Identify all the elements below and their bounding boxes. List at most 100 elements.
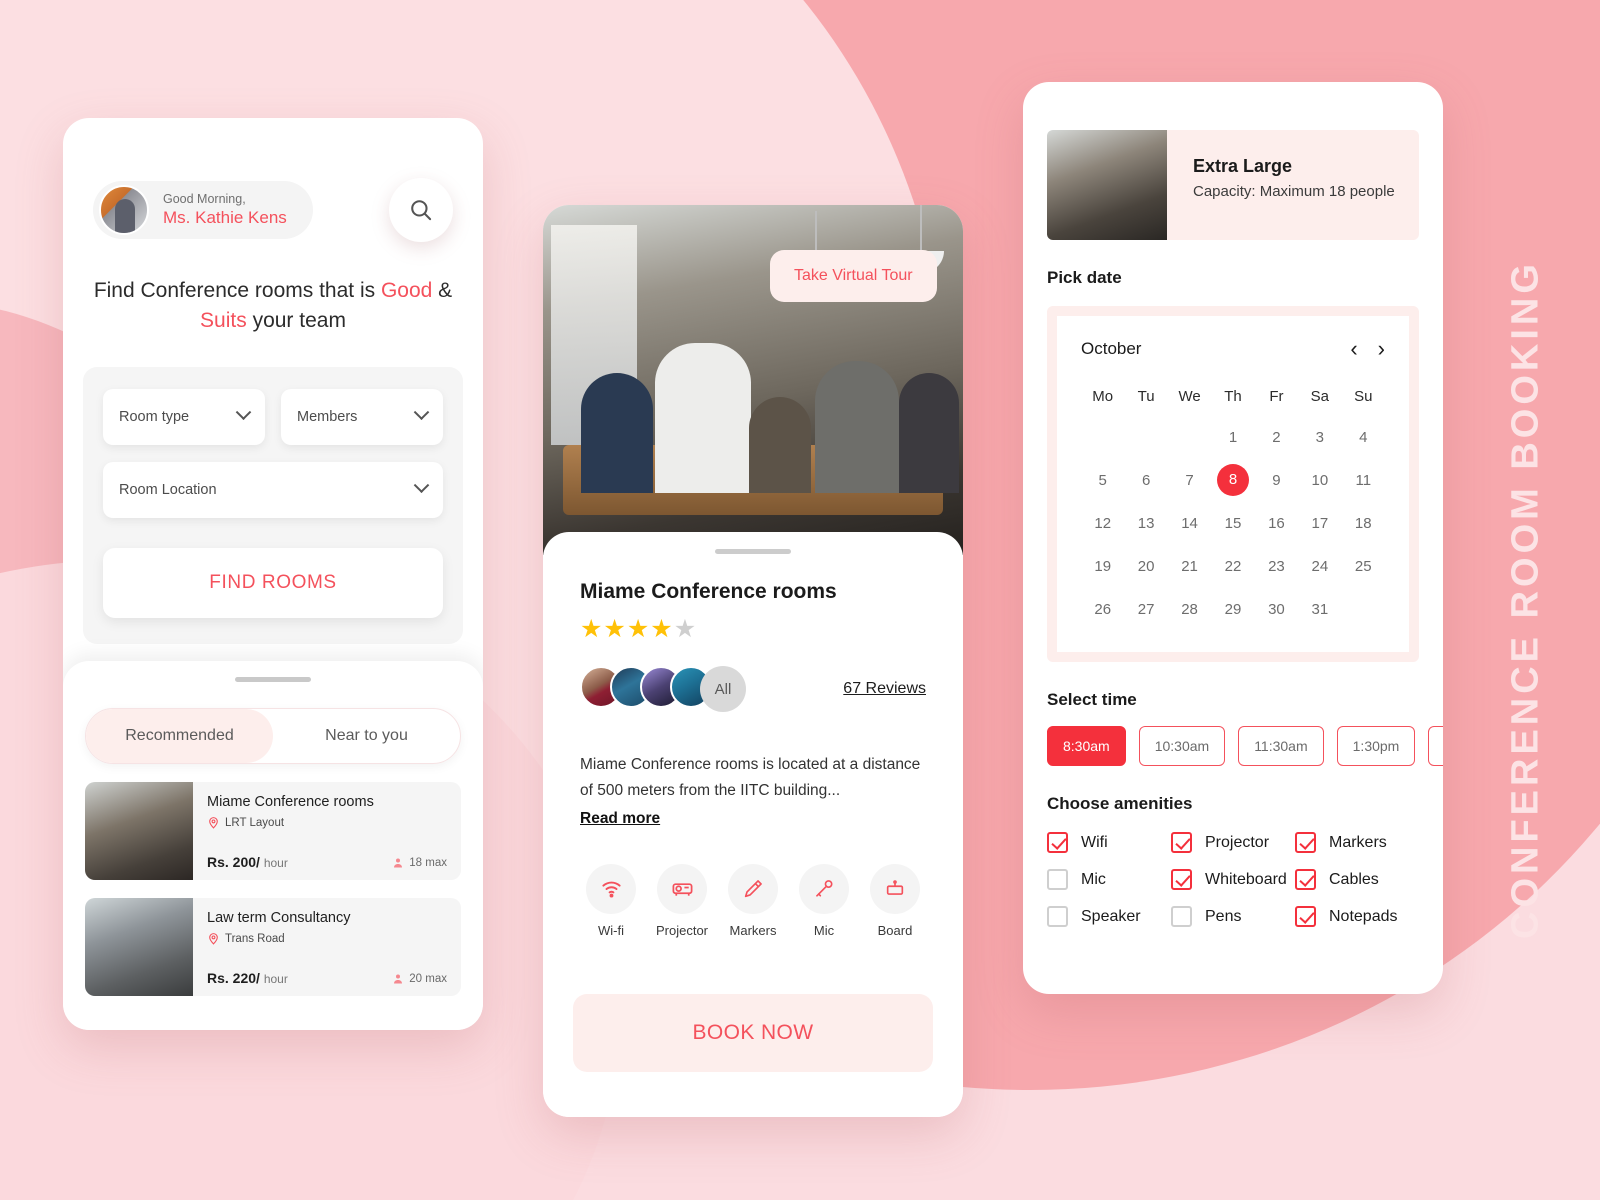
list-item[interactable]: Miame Conference rooms LRT Layout Rs. 20…	[85, 782, 461, 880]
location-pin-icon	[207, 931, 220, 946]
calendar-day[interactable]: 31	[1298, 593, 1341, 626]
amenity-checkbox-row[interactable]: Whiteboard	[1171, 869, 1295, 890]
calendar-header: October ‹ ›	[1081, 338, 1385, 360]
calendar-day[interactable]: 5	[1081, 464, 1124, 497]
amenity-label: Markers	[729, 922, 777, 938]
amenity-mic[interactable]: Mic	[793, 863, 855, 938]
time-slot-chip[interactable]: 7:30am	[1428, 726, 1443, 766]
calendar-day-selected[interactable]: 8	[1216, 464, 1249, 496]
calendar-day[interactable]: 1	[1211, 421, 1254, 454]
greeting-username: Ms. Kathie Kens	[163, 208, 287, 228]
amenity-checkbox-row[interactable]: Wifi	[1047, 832, 1171, 853]
star-filled-icon: ★	[626, 615, 651, 643]
calendar-day[interactable]: 30	[1255, 593, 1298, 626]
calendar-day[interactable]: 18	[1342, 507, 1385, 540]
checkbox-checked-icon[interactable]	[1295, 869, 1316, 890]
amenity-label: Wifi	[1081, 833, 1108, 851]
room-type-label: Room type	[119, 408, 190, 425]
members-label: Members	[297, 408, 358, 425]
read-more-link[interactable]: Read more	[580, 806, 660, 832]
amenity-checkbox-row[interactable]: Mic	[1047, 869, 1171, 890]
calendar-day[interactable]: 29	[1211, 593, 1254, 626]
calendar-day[interactable]: 16	[1255, 507, 1298, 540]
checkbox-unchecked-icon[interactable]	[1047, 869, 1068, 890]
chevron-right-icon[interactable]: ›	[1378, 338, 1385, 360]
room-location: LRT Layout	[207, 815, 447, 830]
amenity-checkbox-row[interactable]: Speaker	[1047, 906, 1171, 927]
calendar-day[interactable]: 13	[1124, 507, 1167, 540]
checkbox-unchecked-icon[interactable]	[1047, 906, 1068, 927]
hero-person	[815, 361, 899, 493]
chevron-left-icon[interactable]: ‹	[1350, 338, 1357, 360]
amenity-label: Whiteboard	[1205, 870, 1287, 888]
members-select[interactable]: Members	[281, 388, 443, 445]
amenity-checkbox-row[interactable]: Projector	[1171, 832, 1295, 853]
calendar-day[interactable]: 20	[1124, 550, 1167, 583]
amenity-checkbox-row[interactable]: Notepads	[1295, 906, 1419, 927]
checkbox-checked-icon[interactable]	[1047, 832, 1068, 853]
calendar-day[interactable]: 25	[1342, 550, 1385, 583]
calendar-day[interactable]: 7	[1168, 464, 1211, 497]
checkbox-checked-icon[interactable]	[1171, 869, 1192, 890]
amenity-projector[interactable]: Projector	[651, 863, 713, 938]
time-slot-row: 8:30am 10:30am 11:30am 1:30pm 7:30am	[1047, 726, 1443, 766]
calendar-day[interactable]: 21	[1168, 550, 1211, 583]
amenity-checkbox-row[interactable]: Markers	[1295, 832, 1419, 853]
amenity-wifi[interactable]: Wi-fi	[580, 863, 642, 938]
amenity-board[interactable]: Board	[864, 863, 926, 938]
room-thumbnail	[1047, 130, 1167, 240]
calendar-day[interactable]: 2	[1255, 421, 1298, 454]
room-title: Miame Conference rooms	[580, 580, 837, 603]
sheet-grabber[interactable]	[715, 549, 791, 554]
book-now-button[interactable]: BOOK NOW	[573, 994, 933, 1072]
calendar-day[interactable]: 4	[1342, 421, 1385, 454]
calendar-day[interactable]: 12	[1081, 507, 1124, 540]
calendar-day[interactable]: 14	[1168, 507, 1211, 540]
amenity-checkbox-row[interactable]: Cables	[1295, 869, 1419, 890]
room-location-select[interactable]: Room Location	[103, 461, 443, 518]
reviews-link[interactable]: 67 Reviews	[843, 680, 926, 698]
calendar-day[interactable]: 19	[1081, 550, 1124, 583]
amenity-checkbox-row[interactable]: Pens	[1171, 906, 1295, 927]
calendar-day[interactable]: 27	[1124, 593, 1167, 626]
checkbox-checked-icon[interactable]	[1171, 832, 1192, 853]
calendar-day[interactable]: 10	[1298, 464, 1341, 497]
time-slot-chip[interactable]: 8:30am	[1047, 726, 1126, 766]
checkbox-checked-icon[interactable]	[1295, 906, 1316, 927]
star-filled-icon: ★	[580, 615, 604, 643]
checkbox-checked-icon[interactable]	[1295, 832, 1316, 853]
calendar-day[interactable]: 15	[1211, 507, 1254, 540]
checkbox-unchecked-icon[interactable]	[1171, 906, 1192, 927]
calendar-month-label: October	[1081, 339, 1142, 358]
room-type-select[interactable]: Room type	[103, 388, 265, 445]
avatar	[99, 185, 149, 235]
room-thumbnail	[85, 898, 193, 996]
calendar-day[interactable]: 9	[1255, 464, 1298, 497]
greeting-text: Good Morning, Ms. Kathie Kens	[163, 192, 287, 229]
time-slot-chip[interactable]: 10:30am	[1138, 726, 1226, 766]
room-info: Law term Consultancy Trans Road Rs. 220/…	[193, 898, 461, 996]
tab-near-to-you[interactable]: Near to you	[273, 709, 460, 763]
take-virtual-tour-button[interactable]: Take Virtual Tour	[770, 250, 937, 302]
calendar-day[interactable]: 24	[1298, 550, 1341, 583]
calendar-day[interactable]: 23	[1255, 550, 1298, 583]
tab-recommended[interactable]: Recommended	[86, 709, 273, 763]
sheet-grabber[interactable]	[235, 677, 311, 682]
time-slot-chip[interactable]: 11:30am	[1238, 726, 1324, 766]
list-item[interactable]: Law term Consultancy Trans Road Rs. 220/…	[85, 898, 461, 996]
all-reviewers-button[interactable]: All	[700, 666, 746, 712]
time-slot-chip[interactable]: 1:30pm	[1336, 726, 1416, 766]
calendar-weekday: We	[1178, 388, 1201, 405]
room-price-amount: Rs. 200/	[207, 854, 260, 870]
calendar-day[interactable]: 28	[1168, 593, 1211, 626]
user-greeting-pill[interactable]: Good Morning, Ms. Kathie Kens	[93, 181, 313, 239]
calendar-day[interactable]: 17	[1298, 507, 1341, 540]
calendar-day[interactable]: 11	[1342, 464, 1385, 497]
calendar-day[interactable]: 26	[1081, 593, 1124, 626]
amenity-markers[interactable]: Markers	[722, 863, 784, 938]
calendar-day[interactable]: 22	[1211, 550, 1254, 583]
search-button[interactable]	[389, 178, 453, 242]
find-rooms-button[interactable]: FIND ROOMS	[103, 547, 443, 618]
calendar-day[interactable]: 3	[1298, 421, 1341, 454]
calendar-day[interactable]: 6	[1124, 464, 1167, 497]
